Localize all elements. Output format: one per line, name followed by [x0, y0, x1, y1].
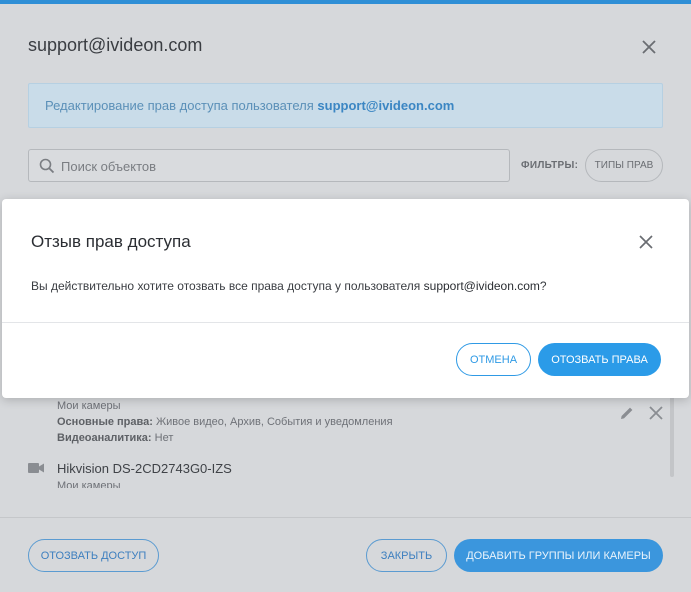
- analytics-value: Нет: [154, 432, 174, 444]
- modal-message: Вы действительно хотите отозвать все пра…: [31, 279, 547, 293]
- main-rights-value: Живое видео, Архив, События и уведомлени…: [155, 416, 393, 428]
- top-accent-strip: [0, 0, 691, 4]
- confirm-revoke-button[interactable]: ОТОЗВАТЬ ПРАВА: [538, 343, 661, 376]
- main-rights-label: Основные права:: [57, 416, 153, 428]
- list-scrollbar[interactable]: [670, 395, 674, 477]
- revoke-access-button[interactable]: ОТОЗВАТЬ ДОСТУП: [28, 539, 159, 572]
- pencil-icon[interactable]: [619, 405, 635, 421]
- search-field[interactable]: [28, 149, 510, 182]
- close-icon[interactable]: [638, 234, 654, 250]
- close-icon[interactable]: [640, 38, 658, 56]
- info-text: Редактирование прав доступа пользователя…: [45, 98, 454, 113]
- modal-title: Отзыв прав доступа: [31, 232, 191, 251]
- revoke-confirm-modal: Отзыв прав доступа Вы действительно хоти…: [2, 199, 689, 398]
- analytics-label: Видеоаналитика:: [57, 432, 152, 444]
- list-item-group: Мои камеры: [57, 400, 121, 412]
- search-input[interactable]: [61, 157, 501, 175]
- modal-message-suffix: ?: [539, 279, 547, 293]
- modal-message-text: Вы действительно хотите отозвать все пра…: [31, 279, 421, 293]
- list-item-analytics: Видеоаналитика: Нет: [57, 432, 173, 444]
- search-icon: [39, 158, 55, 174]
- cancel-button[interactable]: ОТМЕНА: [456, 343, 531, 376]
- list-item-main-rights: Основные права: Живое видео, Архив, Собы…: [57, 416, 393, 428]
- add-groups-or-cameras-button[interactable]: ДОБАВИТЬ ГРУППЫ ИЛИ КАМЕРЫ: [454, 539, 663, 572]
- filters-label: ФИЛЬТРЫ:: [521, 160, 579, 171]
- info-banner: Редактирование прав доступа пользователя…: [28, 83, 663, 128]
- close-icon[interactable]: [648, 405, 664, 421]
- close-button[interactable]: ЗАКРЫТЬ: [366, 539, 447, 572]
- info-email: support@ivideon.com: [317, 98, 455, 113]
- footer-divider: [0, 517, 691, 518]
- list-item-group: Мои камеры: [57, 480, 121, 488]
- info-message: Редактирование прав доступа пользователя: [45, 98, 314, 113]
- modal-divider: [2, 322, 689, 323]
- camera-name[interactable]: Hikvision DS-2CD2743G0-IZS: [57, 461, 232, 476]
- camera-icon: [28, 463, 44, 473]
- modal-message-email: support@ivideon.com: [423, 279, 540, 293]
- rights-type-filter-button[interactable]: ТИПЫ ПРАВ: [585, 149, 663, 182]
- dialog-title: support@ivideon.com: [28, 35, 203, 55]
